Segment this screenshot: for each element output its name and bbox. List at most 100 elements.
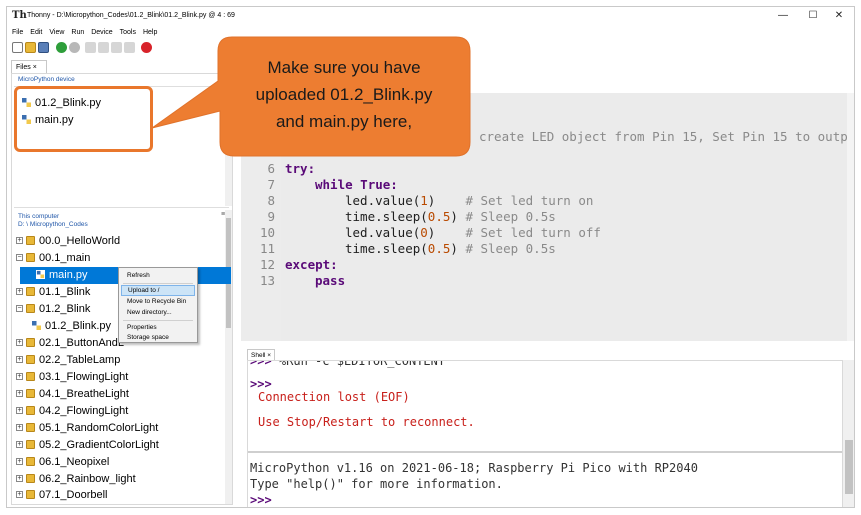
tab-files[interactable]: Files × [11, 60, 47, 74]
code-text: ) [427, 225, 436, 240]
comment: # Sleep 0.5s [465, 209, 556, 224]
device-pane-menu-icon[interactable]: ≡ [221, 74, 225, 81]
minimize-button[interactable]: — [768, 8, 798, 24]
folder-icon [26, 388, 35, 398]
expand-icon[interactable]: + [16, 474, 23, 482]
menu-bar: File Edit View Run Device Tools Help [7, 25, 854, 39]
step-out-icon[interactable] [111, 42, 122, 53]
close-button[interactable]: ✕ [824, 8, 854, 24]
comment: # Set led turn on [465, 193, 594, 208]
folder-icon [26, 354, 35, 364]
code-text: ) [450, 209, 458, 224]
open-file-icon[interactable] [25, 42, 36, 53]
tree-folder[interactable]: +00.0_HelloWorld [12, 233, 222, 250]
tree-folder[interactable]: +07.1_Doorbell [12, 487, 222, 504]
expand-icon[interactable]: + [16, 389, 23, 397]
menu-device[interactable]: Device [91, 26, 112, 40]
shell-command: %Run -c $EDITOR_CONTENT [278, 360, 446, 368]
tree-label: 00.1_main [39, 252, 91, 264]
expand-icon[interactable]: + [16, 457, 23, 465]
tree-label: 02.1_ButtonAndL [39, 337, 125, 349]
run-icon[interactable] [56, 42, 67, 53]
menu-item-new-directory[interactable]: New directory... [121, 307, 195, 318]
code-editor[interactable]: create LED object from Pin 15, Set Pin 1… [241, 93, 848, 341]
tree-label: 05.1_RandomColorLight [39, 422, 159, 434]
folder-icon [26, 371, 35, 381]
shell-divider [248, 451, 842, 453]
toolbar [7, 40, 854, 56]
scrollbar-thumb[interactable] [845, 440, 853, 494]
number: 0.5 [427, 209, 451, 224]
expand-icon[interactable]: + [16, 355, 23, 363]
new-file-icon[interactable] [12, 42, 23, 53]
number: 0.5 [427, 241, 451, 256]
tree-folder[interactable]: +06.1_Neopixel [12, 454, 222, 471]
shell-console[interactable]: >>> %Run -c $EDITOR_CONTENT >>> Connecti… [247, 360, 843, 507]
folder-icon [26, 286, 35, 296]
menu-tools[interactable]: Tools [120, 26, 136, 40]
computer-pane-scrollbar[interactable] [225, 210, 232, 504]
code-text: led.value( [345, 225, 421, 240]
python-file-icon [22, 97, 31, 107]
collapse-icon[interactable]: − [16, 253, 23, 261]
keyword: try: [285, 161, 316, 176]
menu-help[interactable]: Help [143, 26, 157, 40]
device-file-main[interactable]: main.py [22, 112, 232, 129]
keyword: while [315, 177, 353, 192]
menu-item-storage-space[interactable]: Storage space [121, 332, 195, 343]
shell-scrollbar[interactable] [843, 360, 854, 507]
thonny-window: Th Thonny - D:\Micropython_Codes\01.2_Bl… [6, 6, 855, 508]
expand-icon[interactable]: + [16, 236, 23, 244]
menu-item-move-to-recycle-bin[interactable]: Move to Recycle Bin [121, 296, 195, 307]
tree-folder[interactable]: +05.1_RandomColorLight [12, 420, 222, 437]
menu-view[interactable]: View [49, 26, 64, 40]
tree-folder[interactable]: − 00.1_main [12, 250, 222, 267]
tree-folder[interactable]: +05.2_GradientColorLight [12, 437, 222, 454]
stop-icon[interactable] [141, 42, 152, 53]
line-number: 6 [267, 161, 275, 176]
expand-icon[interactable]: + [16, 287, 23, 295]
tree-folder[interactable]: +02.2_TableLamp [12, 352, 222, 369]
editor-scrollbar[interactable] [847, 93, 854, 341]
shell-line: >>> %Run -c $EDITOR_CONTENT [250, 360, 446, 369]
debug-icon[interactable] [69, 42, 80, 53]
step-over-icon[interactable] [85, 42, 96, 53]
expand-icon[interactable]: + [16, 490, 23, 498]
tree-folder[interactable]: +06.2_Rainbow_light [12, 471, 222, 488]
menu-edit[interactable]: Edit [30, 26, 42, 40]
tree-folder[interactable]: +04.2_FlowingLight [12, 403, 222, 420]
device-file-blink[interactable]: 01.2_Blink.py [22, 95, 232, 112]
tree-label: 04.2_FlowingLight [39, 405, 129, 417]
menu-item-refresh[interactable]: Refresh [121, 270, 195, 281]
resume-icon[interactable] [124, 42, 135, 53]
comment: # Sleep 0.5s [465, 241, 556, 256]
expand-icon[interactable]: + [16, 372, 23, 380]
menu-run[interactable]: Run [71, 26, 84, 40]
folder-icon [26, 303, 35, 313]
python-file-icon [22, 114, 31, 124]
expand-icon[interactable]: + [16, 406, 23, 414]
tree-label: 01.1_Blink [39, 286, 91, 298]
folder-icon [26, 405, 35, 415]
python-file-icon [36, 269, 45, 279]
menu-file[interactable]: File [12, 26, 23, 40]
tree-folder[interactable]: +03.1_FlowingLight [12, 369, 222, 386]
line-number: 11 [259, 241, 275, 256]
step-into-icon[interactable] [98, 42, 109, 53]
collapse-icon[interactable]: − [16, 304, 23, 312]
tree-label: 05.2_GradientColorLight [39, 439, 159, 451]
expand-icon[interactable]: + [16, 440, 23, 448]
code-line: led.value(0) # Set led turn off [345, 225, 601, 241]
expand-icon[interactable]: + [16, 423, 23, 431]
thonny-app-icon: Th [12, 10, 27, 21]
folder-icon [26, 252, 35, 262]
line-number: 12 [259, 257, 275, 272]
code-line: except: [285, 257, 338, 273]
menu-separator [123, 283, 193, 284]
python-file-icon [32, 320, 41, 330]
menu-item-upload[interactable]: Upload to / [121, 285, 195, 296]
save-icon[interactable] [38, 42, 49, 53]
expand-icon[interactable]: + [16, 338, 23, 346]
device-pane-scrollbar[interactable] [225, 88, 232, 206]
tree-folder[interactable]: +04.1_BreatheLight [12, 386, 222, 403]
